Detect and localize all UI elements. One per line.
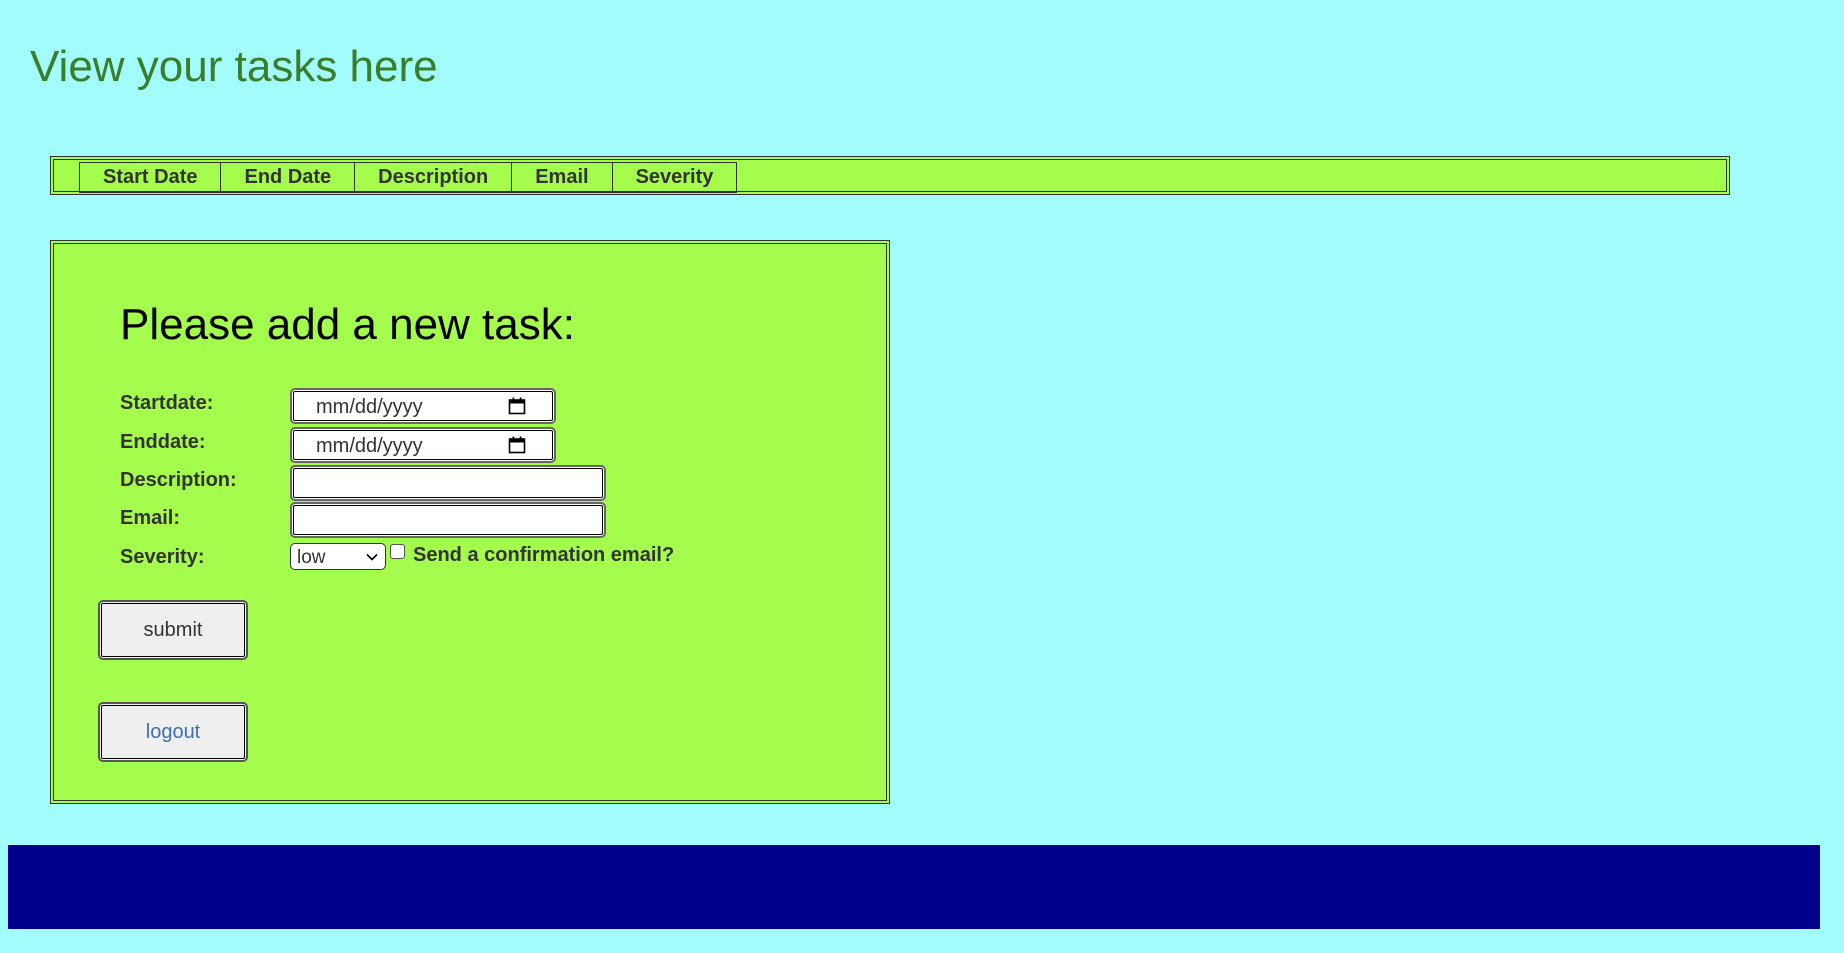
task-table-header-row: Start Date End Date Description Email Se… bbox=[78, 162, 738, 193]
column-header-start-date: Start Date bbox=[78, 162, 222, 193]
enddate-input[interactable]: mm/dd/yyyy bbox=[290, 427, 556, 463]
task-table-grid: Start Date End Date Description Email Se… bbox=[78, 162, 738, 193]
confirm-email-checkbox[interactable] bbox=[390, 544, 405, 559]
enddate-label: Enddate: bbox=[120, 431, 206, 453]
task-table-frame: Start Date End Date Description Email Se… bbox=[53, 159, 1727, 193]
column-header-severity: Severity bbox=[611, 162, 738, 193]
add-task-form-frame: Please add a new task: Startdate: mm/dd/… bbox=[53, 243, 887, 801]
submit-button[interactable]: submit bbox=[98, 600, 248, 660]
severity-label: Severity: bbox=[120, 546, 205, 568]
startdate-input[interactable]: mm/dd/yyyy bbox=[290, 388, 556, 424]
add-task-form: Please add a new task: Startdate: mm/dd/… bbox=[50, 240, 890, 804]
task-table: Start Date End Date Description Email Se… bbox=[50, 156, 1730, 195]
page-title: View your tasks here bbox=[30, 42, 438, 91]
column-header-end-date: End Date bbox=[220, 162, 356, 193]
column-header-email: Email bbox=[511, 162, 613, 193]
confirm-email-label: Send a confirmation email? bbox=[413, 544, 675, 566]
email-input[interactable] bbox=[290, 502, 606, 538]
logout-button[interactable]: logout bbox=[98, 702, 248, 762]
enddate-placeholder: mm/dd/yyyy bbox=[316, 435, 423, 457]
description-label: Description: bbox=[120, 469, 237, 491]
calendar-icon[interactable] bbox=[508, 397, 526, 415]
severity-selected-value: low bbox=[297, 547, 326, 568]
email-label: Email: bbox=[120, 507, 181, 529]
severity-select[interactable]: low bbox=[290, 543, 386, 570]
description-input[interactable] bbox=[290, 465, 606, 501]
chevron-down-icon bbox=[366, 553, 378, 561]
footer-bar bbox=[8, 845, 1820, 929]
startdate-label: Startdate: bbox=[120, 392, 214, 414]
calendar-icon[interactable] bbox=[508, 436, 526, 454]
startdate-placeholder: mm/dd/yyyy bbox=[316, 396, 423, 418]
form-heading: Please add a new task: bbox=[120, 300, 575, 349]
column-header-description: Description bbox=[354, 162, 513, 193]
